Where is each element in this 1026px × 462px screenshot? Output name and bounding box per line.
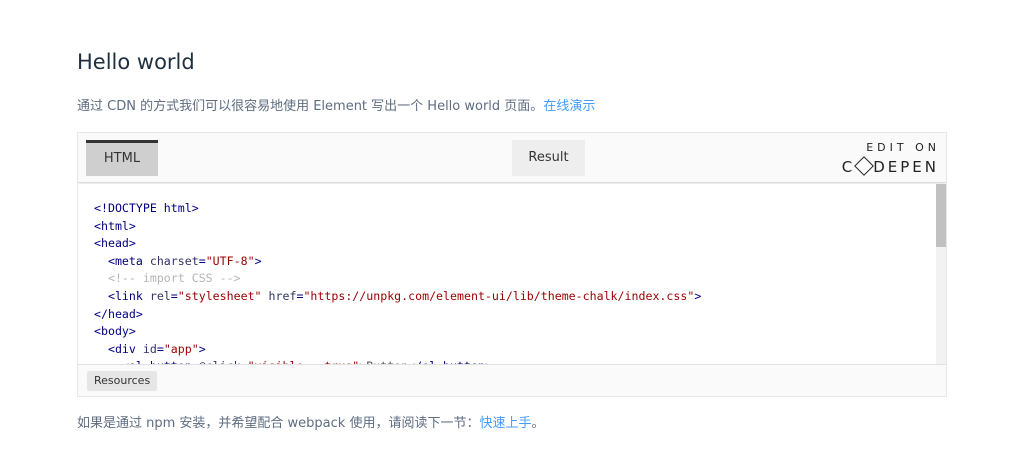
code-line: <!-- import CSS --> <box>94 270 701 288</box>
code-token: <meta <box>94 253 150 268</box>
code-token: id <box>142 341 157 356</box>
code-line: <!DOCTYPE html> <box>94 200 701 218</box>
code-scrollbar-thumb[interactable] <box>936 184 946 247</box>
code-line: <div id="app"> <box>94 341 701 359</box>
quick-start-link[interactable]: 快速上手 <box>479 416 531 431</box>
edit-on-label: EDIT ON <box>866 141 940 154</box>
code-panel[interactable]: <!DOCTYPE html> <html> <head> <meta charse… <box>78 184 946 364</box>
code-token: rel <box>149 288 171 303</box>
edit-on-codepen-button[interactable]: EDIT ON C DEPEN <box>842 141 936 177</box>
code-token: <!-- import CSS --> <box>94 271 241 286</box>
intro-paragraph: 通过 CDN 的方式我们可以很容易地使用 Element 写出一个 Hello … <box>77 98 595 116</box>
code-token: <html> <box>94 218 136 233</box>
code-token: charset <box>149 253 199 268</box>
code-token: <body> <box>94 324 136 339</box>
code-token: = <box>198 253 206 268</box>
code-token: <head> <box>94 236 136 251</box>
code-token: = <box>156 341 164 356</box>
code-token: "UTF-8" <box>205 253 255 268</box>
footer-paragraph: 如果是通过 npm 安装，并希望配合 webpack 使用，请阅读下一节：快速上… <box>77 415 545 433</box>
code-token: <div <box>94 341 143 356</box>
code-block: <!DOCTYPE html> <html> <head> <meta charse… <box>94 200 701 364</box>
section-title: Hello world <box>77 50 195 74</box>
code-line: <head> <box>94 235 701 253</box>
code-token: "app" <box>163 341 199 356</box>
code-token: "https://unpkg.com/element-ui/lib/theme-… <box>303 288 695 303</box>
embed-toolbar: HTML Result EDIT ON C DEPEN <box>78 133 946 183</box>
footer-text: 如果是通过 npm 安装，并希望配合 webpack 使用，请阅读下一节： <box>77 416 480 431</box>
code-line: <meta charset="UTF-8"> <box>94 253 701 271</box>
codepen-brand-suffix: DEPEN <box>873 158 939 176</box>
footer-period: 。 <box>531 416 545 431</box>
code-line: <link rel="stylesheet" href="https://unp… <box>94 288 701 306</box>
code-token: > <box>694 288 702 303</box>
tab-html[interactable]: HTML <box>86 140 158 176</box>
codepen-brand-prefix: C <box>841 158 856 176</box>
codepen-logo: C DEPEN <box>841 156 939 177</box>
codepen-embed: HTML Result EDIT ON C DEPEN <!DOCTYPE htm… <box>77 132 947 397</box>
code-token: href <box>261 288 297 303</box>
tab-result[interactable]: Result <box>512 140 585 176</box>
code-token: "stylesheet" <box>177 288 262 303</box>
intro-text: 通过 CDN 的方式我们可以很容易地使用 Element 写出一个 Hello … <box>77 99 544 114</box>
code-line: </head> <box>94 306 701 324</box>
page: Hello world 通过 CDN 的方式我们可以很容易地使用 Element… <box>0 0 1026 462</box>
code-token: > <box>198 341 206 356</box>
code-token: <!DOCTYPE html> <box>94 201 199 215</box>
code-token: > <box>254 253 262 268</box>
codepen-cube-icon <box>854 156 875 176</box>
code-token: <link <box>94 288 150 303</box>
code-line: <body> <box>94 323 701 341</box>
code-token: </head> <box>94 306 143 321</box>
code-line: <html> <box>94 218 701 236</box>
embed-footer: Resources <box>78 364 946 396</box>
online-demo-link[interactable]: 在线演示 <box>543 99 595 114</box>
resources-button[interactable]: Resources <box>87 371 158 391</box>
code-token: = <box>170 288 178 303</box>
